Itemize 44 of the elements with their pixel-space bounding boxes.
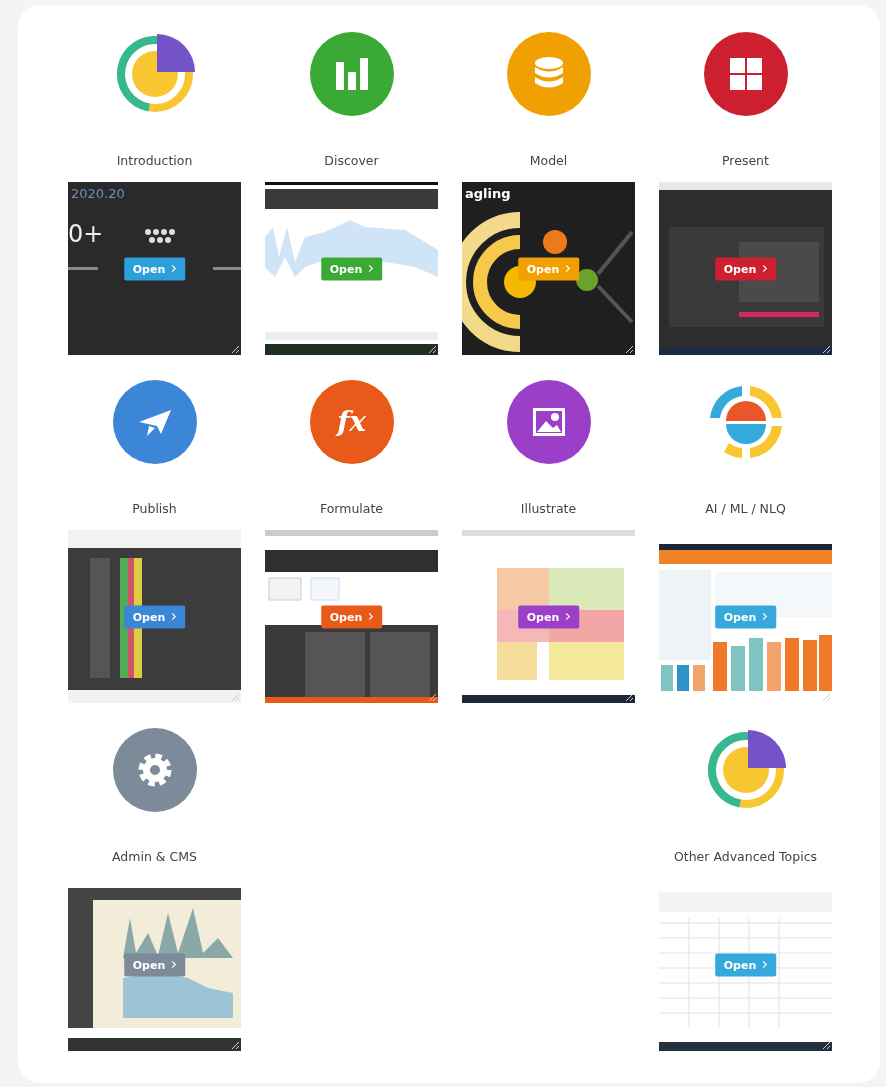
- screenshot-caption: 0+: [68, 220, 104, 248]
- resize-grip-icon: [624, 692, 634, 702]
- resize-grip-icon: [427, 344, 437, 354]
- open-button[interactable]: Open: [714, 605, 777, 628]
- topic-label: Illustrate: [520, 501, 577, 517]
- chevron-right-icon: [171, 264, 177, 273]
- chevron-right-icon: [368, 264, 374, 273]
- topic-label: Other Advanced Topics: [673, 849, 818, 865]
- open-button[interactable]: Open: [123, 953, 186, 976]
- open-button[interactable]: Open: [123, 257, 186, 280]
- topic-label: Present: [722, 153, 769, 169]
- open-button[interactable]: Open: [714, 257, 777, 280]
- open-button[interactable]: Open: [517, 257, 580, 280]
- topic-label: Publish: [132, 501, 177, 517]
- chevron-right-icon: [565, 612, 571, 621]
- chevron-right-icon: [762, 264, 768, 273]
- topic-label: Discover: [324, 153, 379, 169]
- open-button[interactable]: Open: [320, 605, 383, 628]
- resize-grip-icon: [821, 1040, 831, 1050]
- open-button[interactable]: Open: [714, 953, 777, 976]
- chevron-right-icon: [565, 264, 571, 273]
- chevron-right-icon: [171, 612, 177, 621]
- function-symbol: fx: [337, 408, 366, 436]
- topic-label: Formulate: [319, 501, 384, 517]
- chevron-right-icon: [762, 960, 768, 969]
- resize-grip-icon: [230, 692, 240, 702]
- resize-grip-icon: [821, 344, 831, 354]
- topic-label: Model: [529, 153, 568, 169]
- topic-label: Introduction: [116, 153, 193, 169]
- screenshot-caption: agling: [465, 186, 511, 201]
- resize-grip-icon: [821, 692, 831, 702]
- resize-grip-icon: [427, 692, 437, 702]
- open-button[interactable]: Open: [517, 605, 580, 628]
- chevron-right-icon: [171, 960, 177, 969]
- resize-grip-icon: [230, 344, 240, 354]
- chevron-right-icon: [368, 612, 374, 621]
- topic-label: AI / ML / NLQ: [705, 501, 786, 517]
- chevron-right-icon: [762, 612, 768, 621]
- resize-grip-icon: [624, 344, 634, 354]
- topic-label: Admin & CMS: [112, 849, 197, 865]
- screenshot-caption: 2020.20: [71, 186, 125, 201]
- open-button[interactable]: Open: [123, 605, 186, 628]
- open-button[interactable]: Open: [320, 257, 383, 280]
- resize-grip-icon: [230, 1040, 240, 1050]
